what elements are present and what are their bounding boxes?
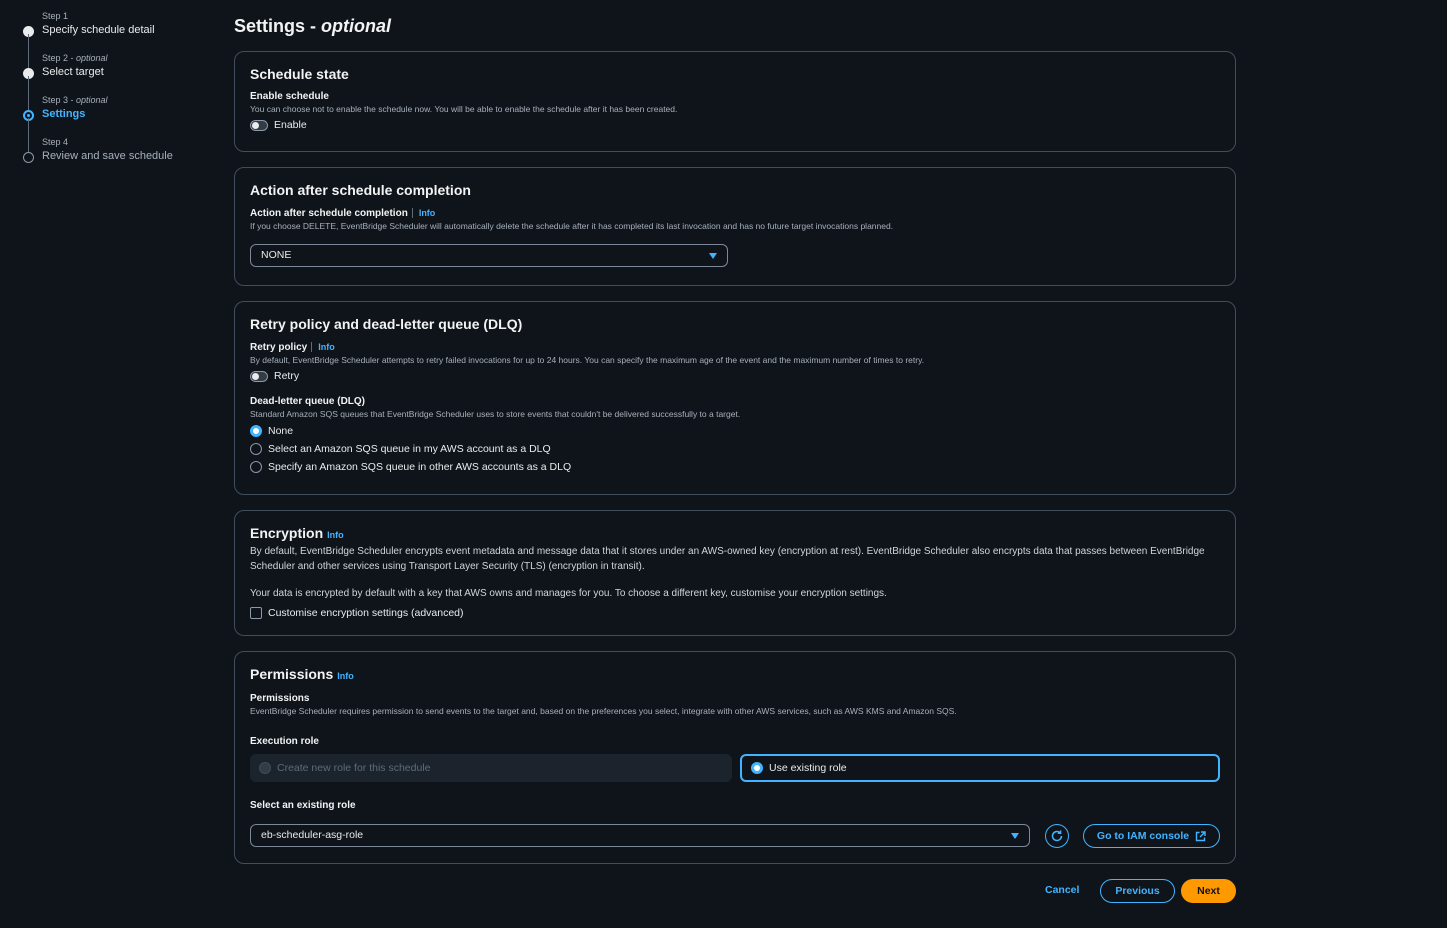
permissions-desc: EventBridge Scheduler requires permissio… xyxy=(250,706,957,716)
step-number: Step 1 xyxy=(42,11,69,21)
action-after-desc: If you choose DELETE, EventBridge Schedu… xyxy=(250,221,894,231)
refresh-icon xyxy=(1051,830,1063,842)
step-4: Step 4 Review and save schedule xyxy=(22,136,222,178)
radio-icon[interactable] xyxy=(250,461,262,473)
step-name: Review and save schedule xyxy=(42,150,173,162)
enable-schedule-label: Enable schedule xyxy=(250,91,329,102)
step-optional: optional xyxy=(76,95,108,105)
radio-disabled-icon xyxy=(259,762,271,774)
panel-heading: Permissions xyxy=(250,666,334,682)
dlq-option-none[interactable]: None xyxy=(250,422,1220,440)
retry-desc: By default, EventBridge Scheduler attemp… xyxy=(250,355,925,365)
wizard-stepper: Step 1 Specify schedule detail Step 2 - … xyxy=(22,10,222,178)
select-role-label: Select an existing role xyxy=(250,800,356,811)
step-3: Step 3 - optional Settings xyxy=(22,94,222,156)
next-button[interactable]: Next xyxy=(1181,879,1236,903)
retry-panel: Retry policy and dead-letter queue (DLQ)… xyxy=(234,301,1236,495)
panel-heading: Schedule state xyxy=(250,66,349,82)
iam-console-button[interactable]: Go to IAM console xyxy=(1083,824,1220,848)
panel-heading: Encryption xyxy=(250,525,324,541)
button-label: Previous xyxy=(1115,885,1160,897)
info-link[interactable]: Info xyxy=(327,530,344,540)
tile-label: Create new role for this schedule xyxy=(277,762,431,774)
caret-down-icon xyxy=(709,253,717,259)
step-name: Settings xyxy=(42,108,86,120)
radio-label: Select an Amazon SQS queue in my AWS acc… xyxy=(268,443,551,455)
step-2[interactable]: Step 2 - optional Select target xyxy=(22,52,222,114)
step-number: Step 3 - xyxy=(42,95,77,105)
step-optional: optional xyxy=(76,53,108,63)
select-value: eb-scheduler-asg-role xyxy=(261,829,364,841)
retry-toggle-label: Retry xyxy=(274,370,300,382)
action-after-select[interactable]: NONE xyxy=(250,244,728,267)
button-label: Go to IAM console xyxy=(1096,830,1190,842)
page-title: Settings - optional xyxy=(234,16,392,36)
enable-schedule-desc: You can choose not to enable the schedul… xyxy=(250,104,678,114)
checkbox-label: Customise encryption settings (advanced) xyxy=(268,607,464,619)
step-name[interactable]: Specify schedule detail xyxy=(42,23,222,37)
radio-selected-icon[interactable] xyxy=(751,762,763,774)
permissions-label: Permissions xyxy=(250,693,310,704)
encryption-desc: By default, EventBridge Scheduler encryp… xyxy=(250,546,1205,572)
info-link[interactable]: Info xyxy=(311,342,335,352)
permissions-panel: Permissions Info Permissions EventBridge … xyxy=(234,651,1236,864)
retry-policy-label: Retry policy xyxy=(250,342,308,353)
step-pending-icon xyxy=(23,152,34,163)
select-value: NONE xyxy=(261,249,292,261)
cancel-button[interactable]: Cancel xyxy=(1045,884,1079,896)
external-link-icon xyxy=(1195,830,1206,841)
dlq-desc: Standard Amazon SQS queues that EventBri… xyxy=(250,409,741,419)
caret-down-icon xyxy=(1011,833,1019,839)
create-role-tile: Create new role for this schedule xyxy=(250,754,732,782)
encryption-panel: Encryption Info By default, EventBridge S… xyxy=(234,510,1236,636)
dlq-option-other-account[interactable]: Specify an Amazon SQS queue in other AWS… xyxy=(250,458,1220,476)
step-number: Step 4 xyxy=(42,137,69,147)
tile-label: Use existing role xyxy=(769,762,847,774)
action-after-panel: Action after schedule completion Action … xyxy=(234,167,1236,286)
action-after-label: Action after schedule completion xyxy=(250,208,408,219)
use-existing-role-tile[interactable]: Use existing role xyxy=(740,754,1220,782)
encryption-note: Your data is encrypted by default with a… xyxy=(250,588,887,599)
radio-selected-icon[interactable] xyxy=(250,425,262,437)
role-select[interactable]: eb-scheduler-asg-role xyxy=(250,824,1030,847)
customise-encryption-checkbox[interactable] xyxy=(250,607,262,619)
dlq-label: Dead-letter queue (DLQ) xyxy=(250,396,366,407)
button-label: Next xyxy=(1197,885,1220,897)
dlq-option-own-account[interactable]: Select an Amazon SQS queue in my AWS acc… xyxy=(250,440,1220,458)
step-name[interactable]: Select target xyxy=(42,65,222,79)
info-link[interactable]: Info xyxy=(411,208,436,218)
execution-role-label: Execution role xyxy=(250,736,319,747)
panel-heading: Action after schedule completion xyxy=(250,182,471,198)
radio-label: Specify an Amazon SQS queue in other AWS… xyxy=(268,461,572,473)
previous-button[interactable]: Previous xyxy=(1100,879,1175,903)
refresh-button[interactable] xyxy=(1045,824,1069,848)
step-1[interactable]: Step 1 Specify schedule detail xyxy=(22,10,222,72)
radio-label: None xyxy=(268,425,294,437)
step-number: Step 2 - xyxy=(42,53,77,63)
enable-toggle-label: Enable xyxy=(274,119,307,131)
schedule-state-panel: Schedule state Enable schedule You can c… xyxy=(234,51,1236,152)
radio-icon[interactable] xyxy=(250,443,262,455)
retry-toggle[interactable] xyxy=(250,370,268,382)
info-link[interactable]: Info xyxy=(337,671,354,681)
enable-toggle[interactable] xyxy=(250,119,268,131)
panel-heading: Retry policy and dead-letter queue (DLQ) xyxy=(250,316,523,332)
